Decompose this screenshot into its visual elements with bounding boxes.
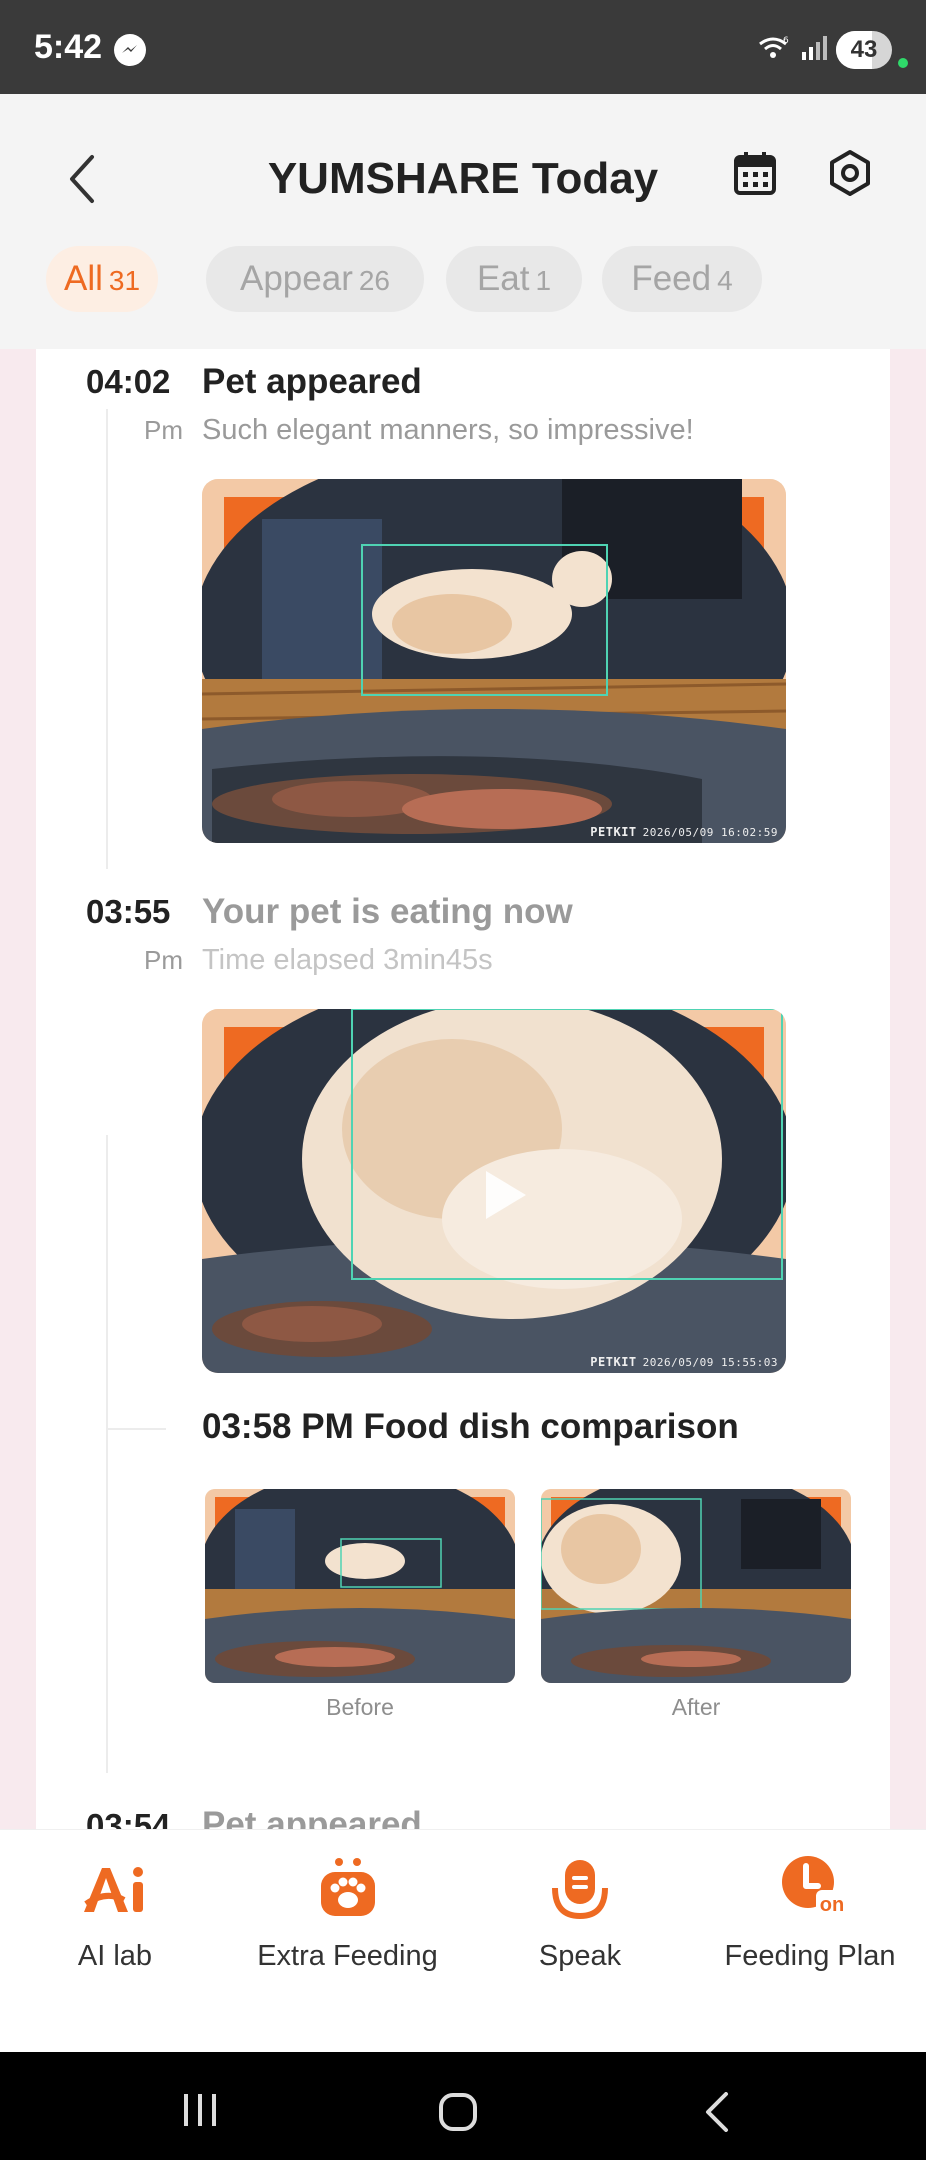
camera-frame-image <box>205 1489 515 1683</box>
microphone-icon <box>552 1860 608 1920</box>
event-time: 03:55 <box>86 893 171 930</box>
event-timeline[interactable]: 04:02 Pm Pet appeared Such elegant manne… <box>36 349 890 1829</box>
extra-feeding-button[interactable]: Extra Feeding <box>245 1830 450 2053</box>
tab-label: All <box>63 259 103 298</box>
tab-count: 4 <box>717 265 733 296</box>
tab-feed[interactable]: Feed 4 <box>602 246 762 312</box>
system-nav-bar <box>0 2052 926 2160</box>
settings-button[interactable] <box>825 148 875 198</box>
after-snapshot[interactable] <box>541 1489 851 1683</box>
ai-lab-button[interactable]: AI lab <box>30 1830 200 2053</box>
watermark-time: 2026/05/09 15:55:03 <box>642 1356 778 1369</box>
wifi-icon: 6 <box>756 34 790 67</box>
bottom-label: AI lab <box>77 1940 153 1972</box>
timeline-branch <box>108 1428 166 1430</box>
event-time: 04:02 <box>86 363 171 400</box>
timeline-line <box>106 1135 108 1773</box>
event-video[interactable]: PETKIT 2026/05/09 15:55:03 <box>202 1009 786 1373</box>
header: YUMSHARE Today All 31 Appear 26 Eat 1 Feed 4 <box>0 94 926 349</box>
camera-frame-image <box>202 479 786 843</box>
tab-label: Feed <box>631 259 712 298</box>
event-ampm: Pm <box>144 945 183 975</box>
signal-icon <box>800 34 830 67</box>
camera-frame-image <box>541 1489 851 1683</box>
status-time: 5:42 <box>34 28 103 66</box>
chevron-left-icon <box>70 155 94 203</box>
calendar-icon <box>734 152 776 195</box>
battery-level: 43 <box>850 36 878 63</box>
event-snapshot[interactable]: PETKIT 2026/05/09 16:02:59 <box>202 479 786 843</box>
speak-button[interactable]: Speak <box>495 1830 665 2053</box>
home-icon[interactable] <box>438 2092 478 2132</box>
back-nav-icon[interactable] <box>702 2092 732 2132</box>
event-title: Pet appeared <box>202 1805 422 1829</box>
tab-eat[interactable]: Eat 1 <box>446 246 582 312</box>
clock-on-icon: on <box>782 1856 848 1916</box>
settings-hexagon-icon <box>830 150 870 196</box>
tab-count: 1 <box>535 265 552 296</box>
event-ampm: Pm <box>144 415 183 445</box>
play-icon[interactable] <box>480 1167 530 1223</box>
bottom-label: Extra Feeding <box>257 1940 438 1972</box>
event-time: 03:54 <box>86 1807 171 1829</box>
watermark: PETKIT 2026/05/09 15:55:03 <box>590 1355 778 1369</box>
before-label: Before <box>326 1694 394 1720</box>
comparison-title: 03:58 PM Food dish comparison <box>202 1407 739 1446</box>
feeding-plan-button[interactable]: on Feeding Plan <box>710 1830 910 2053</box>
side-margin-left <box>0 349 36 1829</box>
watermark-brand: PETKIT <box>590 825 637 839</box>
svg-text:on: on <box>820 1894 844 1916</box>
tab-appear[interactable]: Appear 26 <box>206 246 424 312</box>
tab-label: Appear <box>239 259 353 298</box>
privacy-dot-icon <box>898 58 908 68</box>
event-subtitle: Time elapsed 3min45s <box>202 944 493 976</box>
calendar-button[interactable] <box>733 150 777 196</box>
side-margin-right <box>890 349 926 1829</box>
status-bar: 5:42 6 43 <box>0 0 926 94</box>
timeline-line <box>106 409 108 869</box>
before-snapshot[interactable] <box>205 1489 515 1683</box>
watermark-brand: PETKIT <box>590 1355 637 1369</box>
battery-indicator: 43 <box>836 31 892 69</box>
tab-label: Eat <box>476 259 530 298</box>
event-subtitle: Such elegant manners, so impressive! <box>202 414 694 446</box>
page-title: YUMSHARE Today <box>267 154 659 203</box>
bottom-label: Speak <box>538 1940 622 1972</box>
tab-count: 26 <box>358 265 391 296</box>
event-title: Your pet is eating now <box>202 892 573 931</box>
watermark: PETKIT 2026/05/09 16:02:59 <box>590 825 778 839</box>
watermark-time: 2026/05/09 16:02:59 <box>642 826 778 839</box>
after-label: After <box>671 1694 721 1720</box>
tab-count: 31 <box>108 265 141 296</box>
bottom-action-bar: AI lab Extra Feeding Speak on Feeding Pl… <box>0 1829 926 2052</box>
ai-icon <box>84 1867 143 1912</box>
paw-bowl-icon <box>321 1858 375 1916</box>
recent-apps-icon[interactable] <box>180 2092 220 2128</box>
event-title: Pet appeared <box>202 362 422 401</box>
messenger-icon <box>114 34 146 66</box>
back-button[interactable] <box>60 149 104 209</box>
tab-all[interactable]: All 31 <box>46 246 158 312</box>
bottom-label: Feeding Plan <box>724 1940 896 1972</box>
svg-text:6: 6 <box>783 36 789 46</box>
